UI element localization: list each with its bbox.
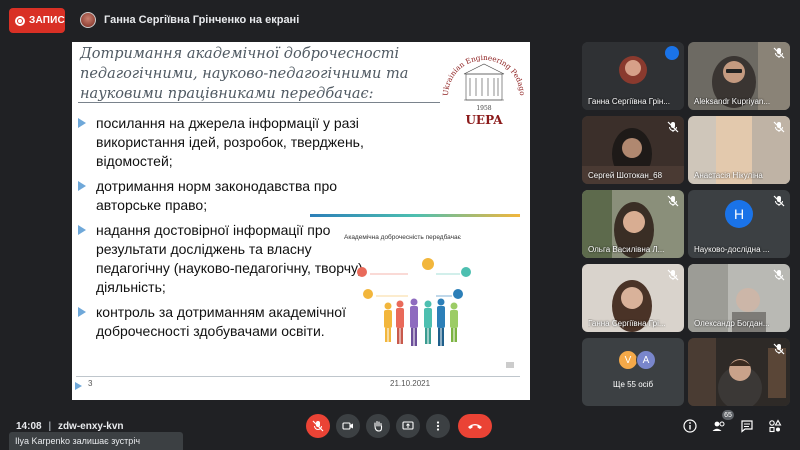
bullet-arrow-icon <box>78 181 86 191</box>
activities-button[interactable] <box>767 418 783 434</box>
title-divider <box>78 102 440 103</box>
meeting-info: 14:08 | zdw-enxy-kvn <box>16 421 124 432</box>
participant-tile[interactable]: Aleksandr Kupriyan... <box>688 42 790 110</box>
participant-tile[interactable]: Анастасія Нікуліна <box>688 116 790 184</box>
mic-off-icon <box>773 121 785 133</box>
footer-arrow-icon <box>75 382 82 390</box>
mic-off-icon <box>667 121 679 133</box>
recording-badge[interactable]: ЗАПИС <box>9 8 65 33</box>
mic-off-icon <box>312 420 324 432</box>
present-icon <box>402 421 414 430</box>
participant-tile[interactable] <box>688 338 790 406</box>
notification-toast: Ilya Karpenko залишає зустріч <box>9 432 183 450</box>
activities-icon <box>769 419 782 433</box>
leave-call-button[interactable] <box>458 414 492 438</box>
participant-tile[interactable]: Ганна Сергіївна Грі... <box>582 264 684 332</box>
svg-text:Ukrainian Engineering Pedagogi: Ukrainian Engineering Pedagogics Academy <box>440 44 527 96</box>
presenter-bar: Ганна Сергіївна Грінченко на екрані <box>80 12 299 28</box>
more-options-button[interactable] <box>426 414 450 438</box>
mic-off-icon <box>773 343 785 355</box>
info-icon <box>683 419 697 433</box>
slide-title-line-2: педагогічними, науково-педагогічними та <box>80 66 409 82</box>
more-vert-icon <box>436 421 440 431</box>
presenter-text: Ганна Сергіївна Грінченко на екрані <box>104 14 300 26</box>
slide-date: 21.10.2021 <box>390 379 431 388</box>
more-participants-label: Ще 55 осіб <box>612 380 654 389</box>
slide-title-emphasis: передбачає: <box>280 86 374 102</box>
meet-window: ЗАПИС Ганна Сергіївна Грінченко на екран… <box>0 0 800 450</box>
meeting-time: 14:08 <box>16 421 42 432</box>
shared-slide: Дотримання академічної доброчесності пед… <box>72 42 530 400</box>
mic-off-icon <box>773 269 785 281</box>
participant-name: Ганна Сергіївна Грі... <box>588 319 666 328</box>
slide-page-number: 3 <box>88 379 93 388</box>
participant-tile[interactable]: Н Науково-дослідна ... <box>688 190 790 258</box>
participant-avatar: V <box>618 350 638 370</box>
mic-off-icon <box>773 47 785 59</box>
record-icon <box>15 15 25 26</box>
slide-bullet: дотримання норм законодавства про авторс… <box>76 177 366 215</box>
people-illustration <box>357 258 514 368</box>
participants-count: 65 <box>722 410 734 420</box>
separator: | <box>48 421 52 432</box>
meeting-code: zdw-enxy-kvn <box>57 421 124 432</box>
participants-button[interactable] <box>711 418 727 434</box>
chat-icon <box>741 420 753 433</box>
sound-indicator-icon <box>665 46 679 60</box>
people-icon <box>712 421 725 431</box>
bullet-arrow-icon <box>78 225 86 235</box>
hang-up-icon <box>468 424 482 429</box>
participant-tile[interactable]: Сергей Шотокан_68 <box>582 116 684 184</box>
slide-title: Дотримання академічної доброчесності пед… <box>80 44 440 104</box>
hand-icon <box>374 420 383 432</box>
mic-toggle-button[interactable] <box>306 414 330 438</box>
chat-button[interactable] <box>739 418 755 434</box>
participant-tile[interactable]: Ганна Сергіївна Грін... <box>582 42 684 110</box>
infographic: Академічна доброчесність передбачає <box>310 214 520 372</box>
participant-avatar: A <box>636 350 656 370</box>
participant-name: Науково-дослідна ... <box>694 245 770 254</box>
mic-off-icon <box>773 195 785 207</box>
participant-name: Ганна Сергіївна Грін... <box>588 97 670 106</box>
meeting-details-button[interactable] <box>682 418 698 434</box>
raise-hand-button[interactable] <box>366 414 390 438</box>
more-avatars: V A <box>618 350 656 370</box>
uepa-logo: Ukrainian Engineering Pedagogics Academy… <box>440 44 527 127</box>
bullet-arrow-icon <box>78 118 86 128</box>
camera-icon <box>342 422 353 430</box>
mic-off-icon <box>667 195 679 207</box>
participant-name: Aleksandr Kupriyan... <box>694 97 771 106</box>
participant-initial: Н <box>725 200 753 228</box>
slide-bullet: посилання на джерела інформації у разі в… <box>76 114 366 171</box>
slide-title-line-1: Дотримання академічної доброчесності <box>80 46 400 62</box>
participant-tile[interactable]: Олександр Богдан... <box>688 264 790 332</box>
camera-toggle-button[interactable] <box>336 414 360 438</box>
recording-label: ЗАПИС <box>29 15 65 26</box>
mic-off-icon <box>667 269 679 281</box>
slide-footer-divider <box>76 376 520 377</box>
participant-name: Ольга Василівна Л... <box>588 245 665 254</box>
presenter-avatar <box>80 12 96 28</box>
participant-name: Олександр Богдан... <box>694 319 770 328</box>
logo-org-text: Ukrainian Engineering Pedagogics Academy <box>440 44 527 96</box>
logo-abbr: UEPA <box>465 113 503 127</box>
logo-year: 1958 <box>476 105 491 112</box>
participant-tile[interactable]: Ольга Василівна Л... <box>582 190 684 258</box>
present-screen-button[interactable] <box>396 414 420 438</box>
bullet-arrow-icon <box>78 307 86 317</box>
participant-name: Сергей Шотокан_68 <box>588 171 663 180</box>
participant-name: Анастасія Нікуліна <box>694 171 763 180</box>
slide-title-line-3: науковими працівниками <box>80 86 281 102</box>
more-participants-tile[interactable]: V A Ще 55 осіб <box>582 338 684 406</box>
